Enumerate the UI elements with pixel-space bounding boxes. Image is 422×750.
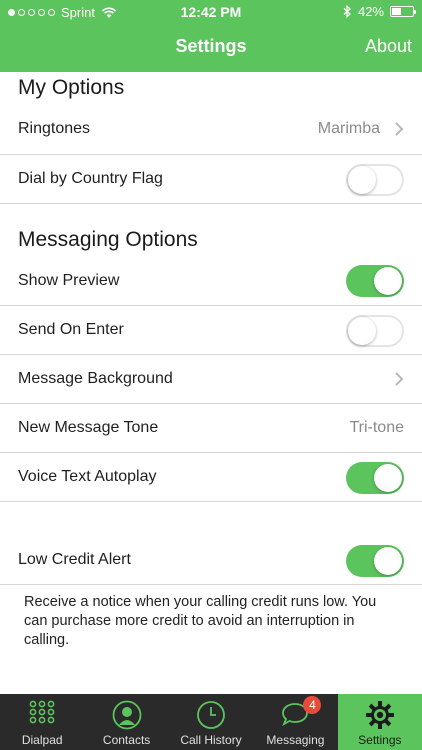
send-on-enter-row: Send On Enter [0, 306, 422, 355]
status-bar: Sprint 12:42 PM 42% [0, 0, 422, 26]
tab-messaging[interactable]: 4 Messaging [253, 694, 337, 750]
new-message-tone-row[interactable]: New Message Tone Tri-tone [0, 404, 422, 453]
ringtones-value: Marimba [317, 120, 380, 137]
tab-bar: Dialpad Contacts Call History 4 Messagin… [0, 694, 422, 750]
show-preview-toggle[interactable] [346, 265, 404, 297]
tab-label: Settings [358, 733, 402, 747]
battery-icon [390, 6, 416, 17]
tab-call-history[interactable]: Call History [169, 694, 253, 750]
tab-contacts[interactable]: Contacts [84, 694, 168, 750]
section-title-my-options: My Options [18, 76, 125, 99]
low-credit-description: Receive a notice when your calling credi… [24, 594, 377, 648]
message-background-label: Message Background [18, 370, 173, 387]
chevron-right-icon [395, 122, 404, 136]
header: Sprint 12:42 PM 42% Settings About [0, 0, 422, 72]
send-on-enter-toggle[interactable] [346, 315, 404, 347]
new-message-tone-label: New Message Tone [18, 419, 159, 436]
dial-by-country-flag-row: Dial by Country Flag [0, 155, 422, 204]
bluetooth-icon [343, 5, 351, 18]
voice-text-autoplay-toggle[interactable] [346, 462, 404, 494]
dial-by-country-flag-toggle[interactable] [346, 164, 404, 196]
contact-icon [112, 700, 142, 730]
page-title: Settings [175, 36, 247, 56]
about-button[interactable]: About [365, 36, 412, 57]
ringtones-label: Ringtones [18, 120, 91, 137]
battery-percent: 42% [357, 4, 384, 19]
new-message-tone-value: Tri-tone [349, 419, 404, 436]
tab-dialpad[interactable]: Dialpad [0, 694, 84, 750]
message-background-row[interactable]: Message Background [0, 355, 422, 404]
low-credit-alert-toggle[interactable] [346, 545, 404, 577]
settings-list: My Options Ringtones Marimba Dial by Cou… [0, 72, 422, 650]
ringtones-row[interactable]: Ringtones Marimba [0, 104, 422, 155]
chevron-right-icon [395, 372, 404, 386]
low-credit-alert-row: Low Credit Alert [0, 536, 422, 585]
section-title-messaging-options: Messaging Options [18, 228, 198, 251]
tab-label: Dialpad [21, 733, 63, 747]
gear-icon [365, 701, 394, 729]
status-right: 42% [343, 4, 416, 19]
voice-text-autoplay-row: Voice Text Autoplay [0, 453, 422, 502]
tab-label: Contacts [102, 733, 151, 747]
messaging-badge: 4 [303, 696, 322, 714]
show-preview-row: Show Preview [0, 256, 422, 306]
tab-label: Messaging [266, 733, 325, 747]
tab-label: Call History [180, 733, 242, 747]
tab-settings[interactable]: Settings [337, 694, 422, 750]
clock-icon [197, 701, 225, 729]
dialpad-icon [29, 700, 55, 724]
